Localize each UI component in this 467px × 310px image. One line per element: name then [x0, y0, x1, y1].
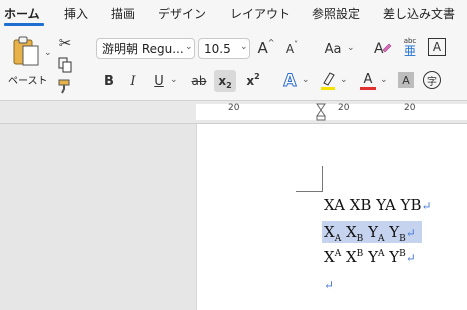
line3-sup-d: B	[399, 249, 406, 259]
line2-sub-a: A	[334, 234, 342, 244]
paste-options-chevron[interactable]: ⌄	[44, 48, 52, 58]
cut-icon[interactable]: ✂	[57, 34, 73, 52]
tab-mailings[interactable]: 差し込み文書	[383, 5, 455, 22]
paragraph-mark: ↵	[421, 199, 432, 213]
superscript-glyph: x	[246, 74, 255, 88]
paragraph-mark: ↵	[324, 278, 335, 292]
font-name-value: 游明朝 Regu...	[102, 42, 184, 56]
grow-caret-icon: ^	[267, 37, 275, 47]
enclosed-char-glyph: A	[432, 40, 442, 54]
font-color-button[interactable]: A	[358, 70, 378, 92]
italic-button[interactable]: I	[124, 71, 142, 91]
underline-button[interactable]: U	[150, 71, 168, 91]
superscript-mark: 2	[254, 71, 260, 81]
subscript-mark: 2	[226, 80, 232, 90]
document-line-3[interactable]: XA XB YA YB↵	[324, 248, 416, 266]
format-painter-icon[interactable]	[57, 77, 73, 95]
document-page[interactable]: XA XB YA YB↵ XA XB YA YB↵ XA XB YA YB↵ ↵	[196, 124, 467, 310]
ruler-number-right: 20	[404, 103, 416, 113]
paste-icon[interactable]	[10, 34, 42, 68]
document-line-1[interactable]: XA XB YA YB↵	[324, 196, 432, 214]
shrink-font-button[interactable]: A ˅	[283, 39, 301, 59]
clear-formatting-icon[interactable]: A	[372, 38, 392, 58]
line3-char-b: X	[345, 248, 357, 266]
svg-text:A: A	[374, 41, 384, 57]
highlight-icon[interactable]	[318, 70, 338, 92]
tab-layout[interactable]: レイアウト	[230, 5, 290, 22]
enclosed-character-button[interactable]: A	[428, 38, 446, 56]
font-color-chevron[interactable]: ⌄	[380, 75, 388, 85]
indent-marker-icon[interactable]	[316, 103, 326, 121]
ruler-number-mid: 20	[338, 103, 350, 113]
superscript-button[interactable]: x2	[242, 70, 264, 92]
line2-sub-b: B	[356, 234, 364, 244]
tab-draw[interactable]: 描画	[111, 5, 135, 22]
grow-font-glyph: A	[257, 39, 268, 57]
tab-references[interactable]: 参照設定	[312, 5, 360, 22]
line2-sub-c: A	[377, 234, 385, 244]
line2-char-b: X	[345, 223, 357, 241]
font-size-value: 10.5	[204, 42, 231, 56]
grow-font-button[interactable]: A ^	[256, 38, 276, 58]
line2-char-a: X	[324, 223, 335, 241]
strike-glyph: ab	[191, 74, 207, 88]
line3-char-c: Y	[368, 248, 378, 266]
phonetic-guide-button[interactable]: abc 亜	[398, 36, 422, 58]
copy-icon[interactable]	[57, 56, 73, 74]
ruler-number-left: 20	[228, 103, 240, 113]
tab-home[interactable]: ホーム	[4, 5, 40, 22]
enclose-circle-glyph: 字	[427, 76, 437, 88]
line2-sub-d: B	[399, 234, 406, 244]
home-ribbon: ⌄ ペースト ✂ 游明朝 Regu... ⌄ 10.5 ⌄ A ^ A ˅ Aa ⌄…	[0, 26, 467, 101]
line3-char-d: Y	[389, 248, 400, 266]
bold-button[interactable]: B	[100, 71, 118, 91]
tab-insert[interactable]: 挿入	[64, 5, 88, 22]
strikethrough-button[interactable]: ab	[188, 71, 210, 91]
subscript-button[interactable]: x2	[214, 70, 236, 92]
tab-design[interactable]: デザイン	[158, 5, 206, 22]
change-case-label: Aa	[324, 41, 342, 57]
ruby-kanji: 亜	[403, 43, 416, 58]
shrink-font-glyph: A	[285, 42, 295, 56]
font-name-select[interactable]: 游明朝 Regu...	[96, 38, 195, 59]
text-effects-chevron[interactable]: ⌄	[302, 75, 310, 85]
highlight-chevron[interactable]: ⌄	[340, 75, 348, 85]
font-color-glyph: A	[363, 72, 373, 87]
enclose-characters-button[interactable]: 字	[423, 71, 441, 89]
character-shading-button[interactable]: A	[398, 72, 414, 88]
underline-chevron[interactable]: ⌄	[170, 75, 178, 85]
font-color-bar	[360, 87, 376, 90]
document-line-2[interactable]: XA XB YA YB↵	[324, 223, 416, 244]
paragraph-mark: ↵	[405, 226, 416, 240]
underline-glyph: U	[154, 73, 164, 89]
paste-label[interactable]: ペースト	[8, 72, 48, 87]
document-line-4[interactable]: ↵	[324, 275, 334, 293]
char-shading-glyph: A	[402, 73, 410, 87]
bold-glyph: B	[104, 73, 114, 89]
paragraph-mark: ↵	[405, 251, 416, 265]
line2-char-d: Y	[389, 223, 400, 241]
ribbon-tab-bar: ホーム 挿入 描画 デザイン レイアウト 参照設定 差し込み文書	[0, 0, 467, 26]
line3-sup-b: B	[356, 249, 364, 259]
line2-char-c: Y	[368, 223, 378, 241]
shrink-caret-icon: ˅	[294, 39, 299, 49]
text-effects-glyph: A	[283, 71, 297, 92]
margin-corner-mark	[296, 166, 323, 192]
line1-text: XA XB YA YB	[324, 196, 422, 214]
subscript-glyph: x	[218, 74, 227, 88]
italic-glyph: I	[130, 73, 136, 89]
horizontal-ruler: 20 20 20	[0, 101, 467, 124]
font-size-chevron: ⌄	[240, 42, 248, 52]
line3-sup-c: A	[377, 249, 385, 259]
change-case-button[interactable]: Aa	[322, 39, 344, 59]
line3-sup-a: A	[334, 249, 342, 259]
change-case-chevron[interactable]: ⌄	[347, 43, 355, 53]
line3-char-a: X	[324, 248, 335, 266]
font-name-chevron: ⌄	[185, 42, 193, 52]
text-effects-button[interactable]: A	[280, 70, 300, 92]
